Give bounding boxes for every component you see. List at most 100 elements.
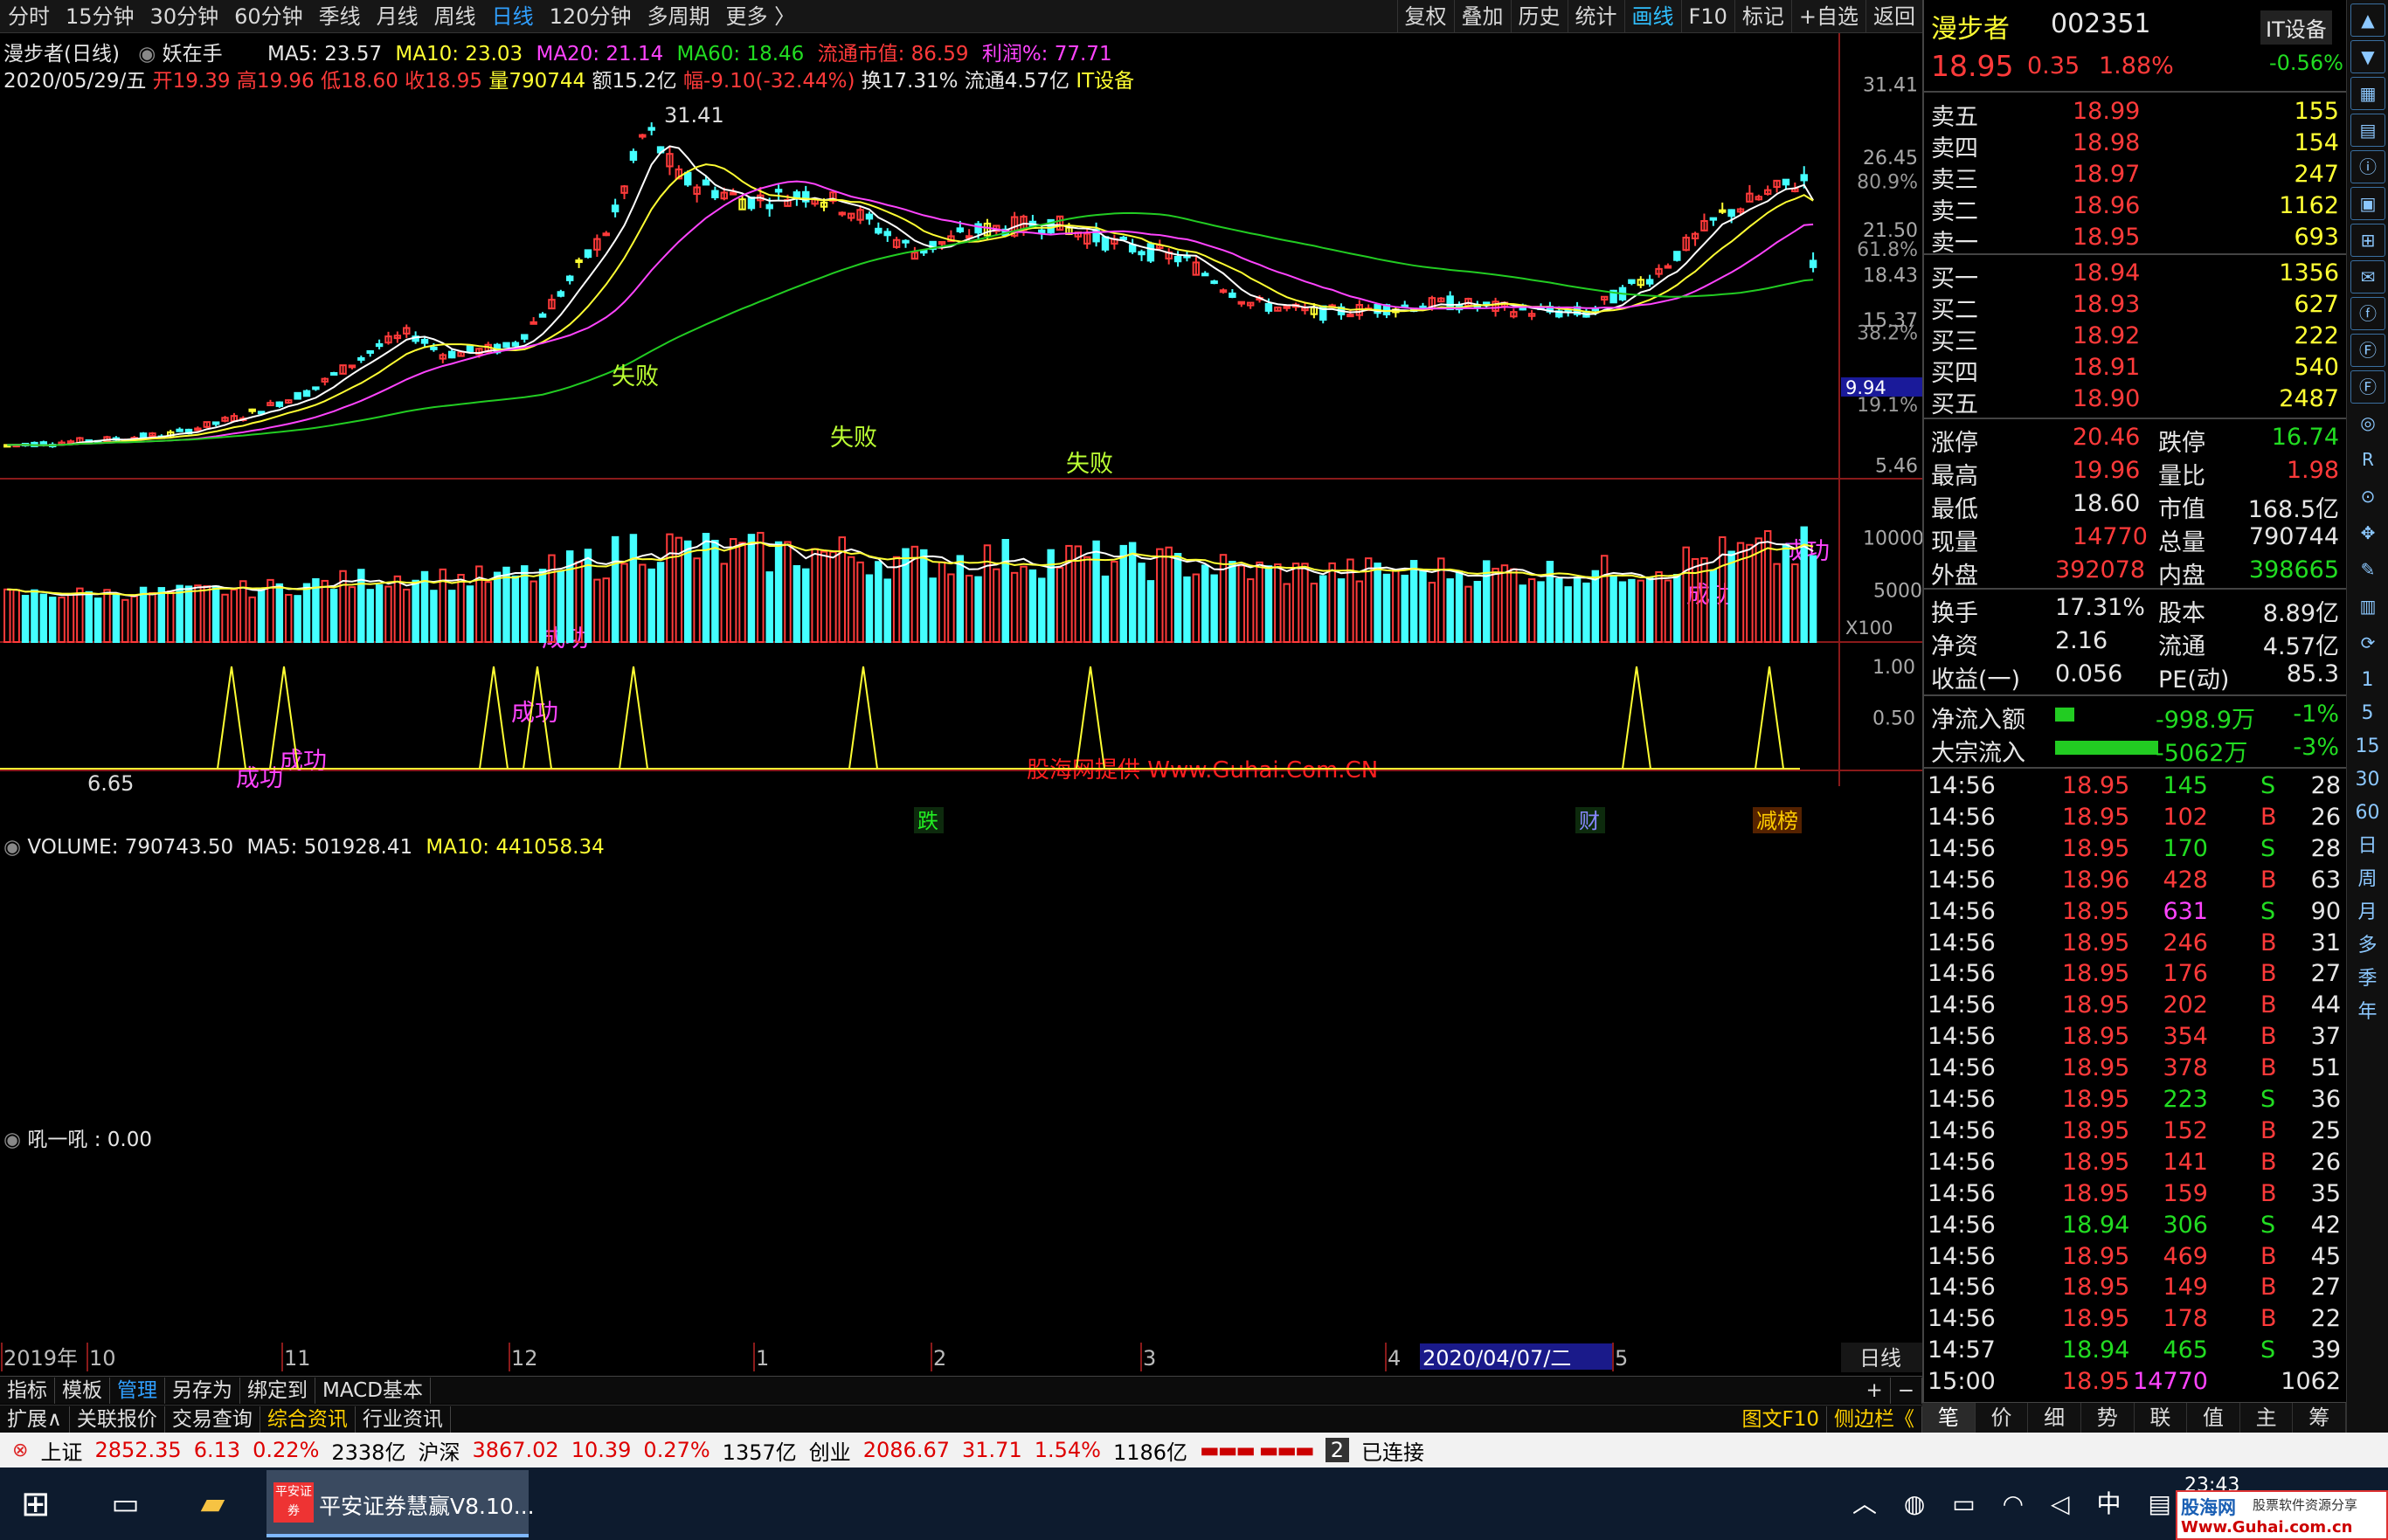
move-icon[interactable]: ✥ <box>2350 517 2385 550</box>
quote-tab-4[interactable]: 联 <box>2135 1403 2188 1433</box>
chart-tool-8[interactable]: 返回 <box>1865 0 1922 33</box>
period-tab-4[interactable]: 季线 <box>311 0 369 33</box>
extension-right-0[interactable]: 图文F10 <box>1735 1405 1827 1433</box>
period-shortcut-3[interactable]: 30 <box>2347 763 2388 797</box>
formula-name[interactable]: 妖在手 <box>163 43 223 66</box>
news-icon[interactable]: ▣ <box>2350 187 2385 220</box>
extension-right-1[interactable]: 侧边栏《 <box>1827 1405 1922 1433</box>
formula-toggle-icon[interactable]: ◉ <box>138 43 156 66</box>
volume-toggle-icon[interactable]: ◉ <box>3 836 21 859</box>
sh-index-name[interactable]: 上证 <box>40 1435 82 1466</box>
ask-row[interactable]: 卖三 18.97 247 <box>1924 159 2348 194</box>
mail-icon[interactable]: ✉ <box>2350 260 2385 293</box>
quote-sector[interactable]: IT设备 <box>2260 10 2332 45</box>
bid-row[interactable]: 买三 18.92 222 <box>1924 321 2348 356</box>
target-icon[interactable]: ⊙ <box>2350 480 2385 514</box>
indicator-tool-0[interactable]: 指标 <box>0 1377 55 1404</box>
refresh-icon[interactable]: ⟳ <box>2350 627 2385 660</box>
period-tab-10[interactable]: 更多 〉 <box>717 0 803 33</box>
task-view-icon[interactable]: ▭ <box>112 1487 140 1522</box>
period-shortcut-1[interactable]: 5 <box>2347 697 2388 730</box>
period-shortcut-0[interactable]: 1 <box>2347 664 2388 697</box>
indicator-tool-1[interactable]: 模板 <box>55 1377 110 1404</box>
quote-stock-name[interactable]: 漫步者 <box>1931 7 2010 45</box>
ask-row[interactable]: 卖四 18.98 154 <box>1924 128 2348 162</box>
period-tab-3[interactable]: 60分钟 <box>226 0 311 33</box>
f10-icon[interactable]: ⊞ <box>2350 224 2385 257</box>
cy-index-name[interactable]: 创业 <box>809 1435 851 1466</box>
circle-icon[interactable]: ◎ <box>2350 407 2385 440</box>
battery-icon[interactable]: ▭ <box>1952 1489 1975 1518</box>
quote-tab-0[interactable]: 笔 <box>1922 1403 1976 1433</box>
period-shortcut-5[interactable]: 日 <box>2347 830 2388 863</box>
period-shortcut-7[interactable]: 月 <box>2347 896 2388 929</box>
chart-icon[interactable]: ▦ <box>2350 77 2385 110</box>
chart-tool-1[interactable]: 叠加 <box>1453 0 1511 33</box>
list-icon[interactable]: ▤ <box>2350 114 2385 147</box>
indicator-tool-4[interactable]: 绑定到 <box>240 1377 315 1404</box>
quote-tab-7[interactable]: 筹 <box>2293 1403 2346 1433</box>
period-shortcut-6[interactable]: 周 <box>2347 863 2388 896</box>
ask-row[interactable]: 卖五 18.99 155 <box>1924 96 2348 131</box>
extension-tab-0[interactable]: 扩展∧ <box>0 1405 70 1433</box>
bar-sector[interactable]: IT设备 <box>1076 70 1134 93</box>
chart-tool-5[interactable]: F10 <box>1680 0 1734 33</box>
period-tab-8[interactable]: 120分钟 <box>542 0 640 33</box>
quote-tab-1[interactable]: 价 <box>1976 1403 2029 1433</box>
quote-tab-5[interactable]: 值 <box>2187 1403 2240 1433</box>
file-explorer-icon[interactable]: ▰ <box>201 1486 225 1522</box>
chart-tool-2[interactable]: 历史 <box>1510 0 1568 33</box>
extension-tab-4[interactable]: 行业资讯 <box>356 1405 451 1433</box>
period-tab-5[interactable]: 月线 <box>369 0 426 33</box>
f3-icon[interactable]: Ⓕ <box>2350 370 2385 404</box>
kline-chart-canvas[interactable]: 31.4126.4521.5018.4315.375.4680.9%61.8%3… <box>0 0 1922 1380</box>
notification-icon[interactable]: ▤ <box>2148 1489 2170 1518</box>
arrow-down-icon[interactable]: ▼ <box>2350 40 2385 73</box>
bid-row[interactable]: 买二 18.93 627 <box>1924 289 2348 324</box>
bid-row[interactable]: 买五 18.90 2487 <box>1924 383 2348 418</box>
period-shortcut-8[interactable]: 多 <box>2347 929 2388 963</box>
chart-tool-7[interactable]: +自选 <box>1790 0 1865 33</box>
volume-icon[interactable]: ◁ <box>2051 1489 2070 1518</box>
period-tab-0[interactable]: 分时 <box>0 0 58 33</box>
windows-start-icon[interactable]: ⊞ <box>21 1484 51 1524</box>
chart-tool-4[interactable]: 画线 <box>1623 0 1681 33</box>
sz-index-name[interactable]: 沪深 <box>418 1435 460 1466</box>
period-tab-2[interactable]: 30分钟 <box>142 0 227 33</box>
indicator-tool-5[interactable]: MACD基本 <box>315 1377 431 1404</box>
chart-tool-6[interactable]: 标记 <box>1734 0 1791 33</box>
alert-icon[interactable]: ⊗ <box>12 1440 28 1461</box>
connection-status[interactable]: 已连接 <box>1361 1435 1424 1466</box>
zoom-in-button[interactable]: + <box>1858 1377 1891 1404</box>
period-tab-9[interactable]: 多周期 <box>639 0 717 33</box>
tray-expand-icon[interactable]: ︿ <box>1852 1489 1877 1518</box>
quote-tab-2[interactable]: 细 <box>2028 1403 2081 1433</box>
indicator-tool-2[interactable]: 管理 <box>110 1377 165 1404</box>
calc-icon[interactable]: ▥ <box>2350 590 2385 624</box>
indicator-tool-3[interactable]: 另存为 <box>165 1377 240 1404</box>
f2-icon[interactable]: Ⓕ <box>2350 334 2385 367</box>
rsi-icon[interactable]: R <box>2350 444 2385 477</box>
bid-row[interactable]: 买四 18.91 540 <box>1924 352 2348 387</box>
f-icon[interactable]: ⓕ <box>2350 297 2385 330</box>
period-shortcut-4[interactable]: 60 <box>2347 797 2388 830</box>
ime-indicator[interactable]: 中 <box>2096 1489 2121 1518</box>
extension-tab-3[interactable]: 综合资讯 <box>260 1405 356 1433</box>
extension-tab-1[interactable]: 关联报价 <box>70 1405 165 1433</box>
ask-row[interactable]: 卖二 18.96 1162 <box>1924 190 2348 225</box>
quote-tab-3[interactable]: 势 <box>2081 1403 2135 1433</box>
chart-tool-0[interactable]: 复权 <box>1396 0 1454 33</box>
taskbar-app-pingan[interactable]: 平安证券 平安证券慧赢V8.10... <box>266 1470 535 1537</box>
pen-icon[interactable]: ✎ <box>2350 554 2385 587</box>
period-tab-1[interactable]: 15分钟 <box>58 0 142 33</box>
period-tab-6[interactable]: 周线 <box>426 0 484 33</box>
ask-row[interactable]: 卖一 18.95 693 <box>1924 222 2348 257</box>
wechat-icon[interactable]: ◍ <box>1904 1489 1925 1518</box>
period-shortcut-9[interactable]: 季 <box>2347 963 2388 996</box>
period-shortcut-10[interactable]: 年 <box>2347 996 2388 1029</box>
period-tab-7[interactable]: 日线 <box>484 0 542 33</box>
bid-row[interactable]: 买一 18.94 1356 <box>1924 258 2348 293</box>
arrow-up-icon[interactable]: ▲ <box>2350 3 2385 37</box>
wifi-icon[interactable]: ◠ <box>2003 1489 2024 1518</box>
extension-tab-2[interactable]: 交易查询 <box>165 1405 260 1433</box>
